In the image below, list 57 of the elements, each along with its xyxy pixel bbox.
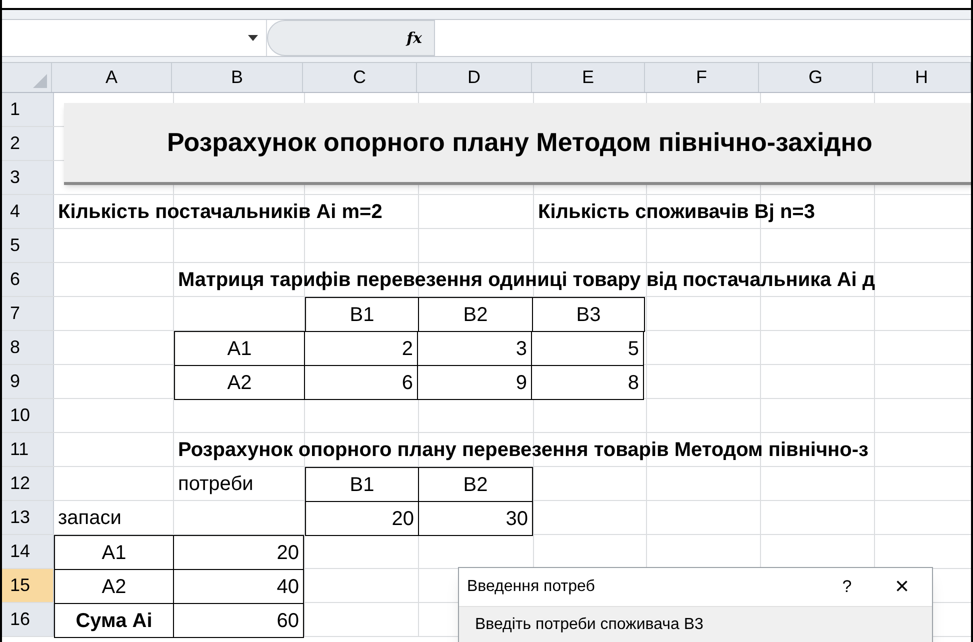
table-cell: B1 [305, 297, 419, 332]
row-header[interactable]: 5 [2, 229, 54, 262]
table-cell: Сума Ai [54, 603, 174, 638]
row-header[interactable]: 2 [2, 127, 54, 160]
help-button[interactable]: ? [822, 574, 872, 600]
row-header[interactable]: 13 [2, 501, 54, 534]
select-all-icon[interactable] [33, 74, 47, 88]
table-cell: B3 [532, 297, 645, 332]
table-cell: A1 [174, 331, 305, 366]
column-header[interactable]: C [303, 63, 417, 92]
dialog-title: Введення потреб [467, 577, 596, 597]
table-cell: 9 [417, 365, 532, 400]
row-header[interactable]: 3 [2, 161, 54, 194]
row-header[interactable]: 14 [2, 535, 54, 568]
column-header[interactable]: A [52, 63, 172, 92]
column-header[interactable]: B [172, 63, 303, 92]
table-cell: A2 [54, 569, 174, 604]
table-cell: 30 [418, 501, 533, 536]
dialog-prompt: Введіть потреби споживача В3 [475, 616, 704, 633]
row-header[interactable]: 6 [2, 263, 54, 296]
row-header[interactable]: 1 [2, 93, 54, 126]
table-cell: 5 [531, 331, 644, 366]
cell-text: Матриця тарифів перевезення одиниці товару від постачальника Ai д [177, 268, 876, 292]
cell-text: Кількість постачальників Ai m=2 [57, 200, 384, 224]
table-cell: 20 [173, 535, 304, 570]
table-cell: 60 [173, 603, 304, 638]
table-cell: A2 [174, 365, 305, 400]
table-cell: B2 [418, 467, 533, 502]
column-header[interactable]: E [532, 63, 645, 92]
row-header[interactable]: 4 [2, 195, 54, 228]
table-cell: A1 [54, 535, 174, 570]
function-button[interactable]: fx [406, 26, 422, 50]
cell-text: потреби [177, 472, 254, 496]
row-header[interactable]: 8 [2, 331, 54, 364]
column-header[interactable]: F [645, 63, 759, 92]
table-cell: B1 [305, 467, 419, 502]
row-header[interactable]: 12 [2, 467, 54, 500]
row-header[interactable]: 15 [2, 569, 54, 602]
banner-title: Розрахунок опорного плану Методом північно-західно [166, 126, 872, 159]
row-header[interactable]: 10 [2, 399, 54, 432]
row-header[interactable]: 7 [2, 297, 54, 330]
table-cell: B2 [418, 297, 533, 332]
table-cell: 3 [417, 331, 532, 366]
table-cell: 8 [531, 365, 644, 400]
cell-text: Розрахунок опорного плану перевезення товарів Методом північно-з [177, 438, 870, 462]
column-header[interactable]: H [873, 63, 971, 92]
column-header[interactable]: G [759, 63, 873, 92]
column-header[interactable]: D [417, 63, 532, 92]
cell-text: Кількість споживачів Bj n=3 [537, 200, 816, 224]
row-header[interactable]: 16 [2, 603, 54, 636]
row-header[interactable]: 9 [2, 365, 54, 398]
table-cell: 40 [173, 569, 304, 604]
row-header[interactable]: 11 [2, 433, 54, 466]
cell-text: запаси [57, 506, 122, 530]
table-cell: 20 [305, 501, 419, 536]
close-button[interactable]: × [872, 575, 932, 599]
dropdown-icon[interactable] [248, 35, 258, 41]
